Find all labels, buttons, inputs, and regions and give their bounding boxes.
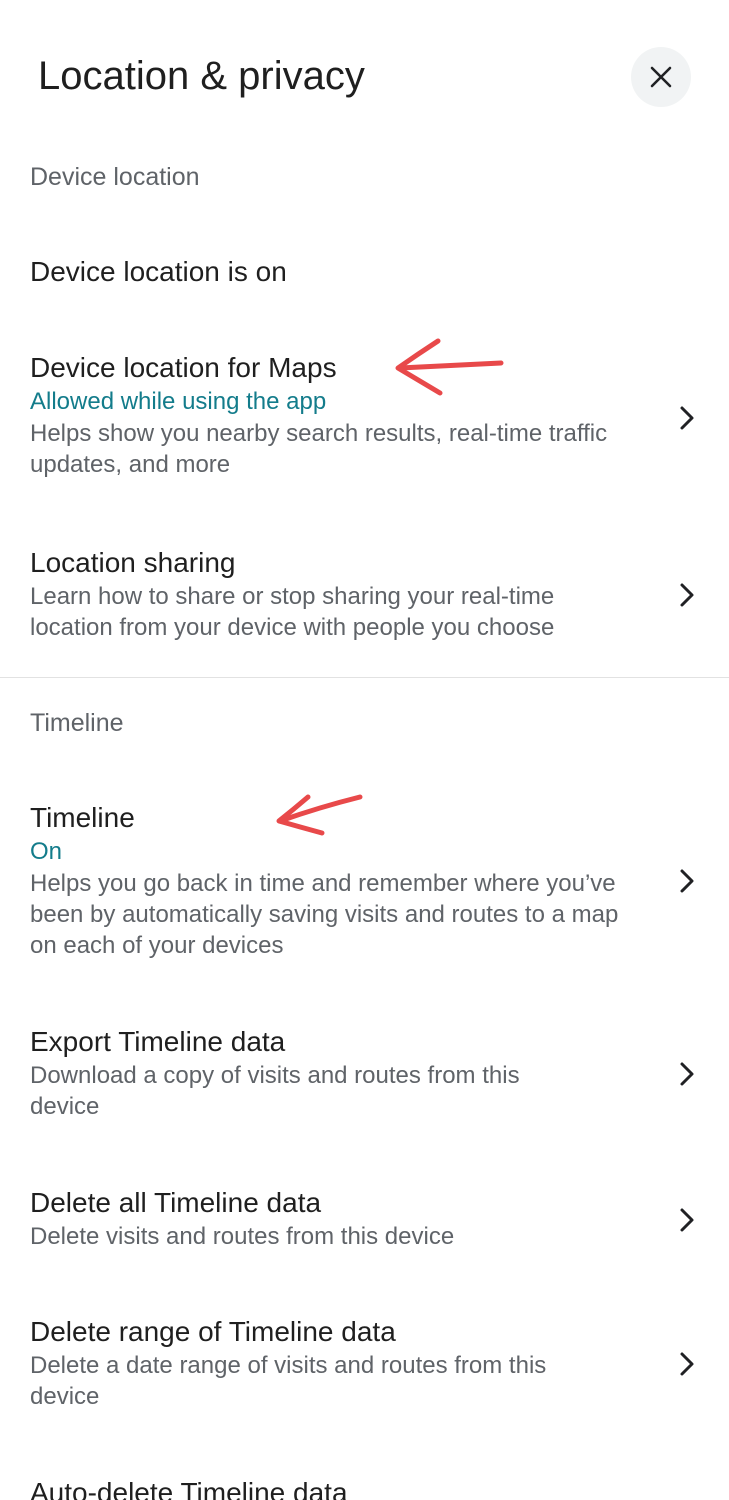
row-title: Export Timeline data xyxy=(30,1026,286,1057)
row-title: Device location is on xyxy=(30,256,287,287)
row-description: Download a copy of visits and routes fro… xyxy=(30,1062,520,1120)
row-title: Delete range of Timeline data xyxy=(30,1316,396,1347)
row-title: Delete all Timeline data xyxy=(30,1187,322,1218)
location-sharing-row[interactable]: Location sharing Learn how to share or s… xyxy=(0,535,729,655)
export-timeline-data-row[interactable]: Export Timeline data Download a copy of … xyxy=(0,1014,729,1134)
section-divider xyxy=(0,677,729,678)
row-description: Delete visits and routes from this devic… xyxy=(30,1223,455,1250)
row-title: Timeline xyxy=(30,802,135,833)
row-description: Learn how to share or stop sharing your … xyxy=(30,583,555,641)
page-title: Location & privacy xyxy=(38,54,365,98)
delete-all-timeline-data-row[interactable]: Delete all Timeline data Delete visits a… xyxy=(0,1175,729,1265)
row-status: On xyxy=(30,838,63,865)
chevron-right-icon xyxy=(680,869,694,893)
row-title: Location sharing xyxy=(30,547,236,578)
row-description: Helps you go back in time and remember w… xyxy=(30,870,619,959)
chevron-right-icon xyxy=(680,583,694,607)
device-location-status-row[interactable]: Device location is on xyxy=(0,240,729,304)
section-header-device-location: Device location xyxy=(30,163,200,191)
chevron-right-icon xyxy=(680,1062,694,1086)
device-location-for-maps-row[interactable]: Device location for Maps Allowed while u… xyxy=(0,340,729,500)
section-header-timeline: Timeline xyxy=(30,709,124,737)
row-description: Helps show you nearby search results, re… xyxy=(30,420,608,478)
row-title: Auto-delete Timeline data xyxy=(30,1477,348,1500)
row-status: Allowed while using the app xyxy=(30,388,327,415)
row-title: Device location for Maps xyxy=(30,352,337,383)
chevron-right-icon xyxy=(680,1208,694,1232)
delete-range-timeline-data-row[interactable]: Delete range of Timeline data Delete a d… xyxy=(0,1304,729,1424)
row-description: Delete a date range of visits and routes… xyxy=(30,1352,547,1410)
close-icon xyxy=(650,66,672,88)
chevron-right-icon xyxy=(680,1352,694,1376)
chevron-right-icon xyxy=(680,406,694,430)
close-button[interactable] xyxy=(631,47,691,107)
auto-delete-timeline-data-row[interactable]: Auto-delete Timeline data xyxy=(0,1465,729,1500)
timeline-row[interactable]: Timeline On Helps you go back in time an… xyxy=(0,790,729,970)
